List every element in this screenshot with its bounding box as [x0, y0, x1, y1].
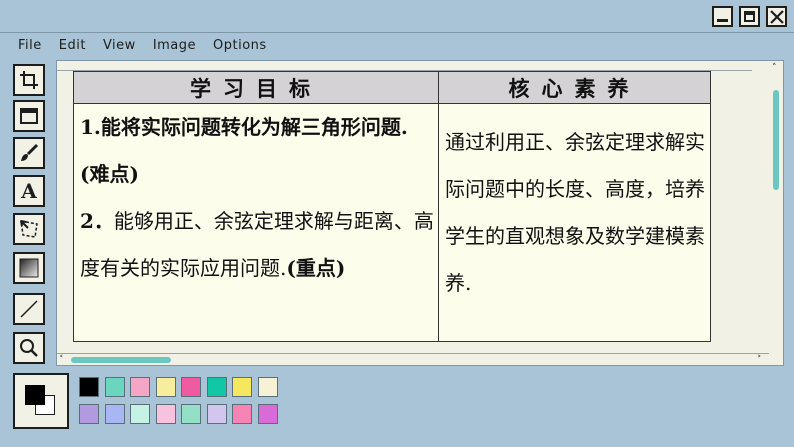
crop-icon [20, 71, 38, 89]
magnifier-icon [20, 339, 38, 357]
maximize-button[interactable] [739, 6, 760, 27]
line-tool[interactable] [13, 293, 45, 325]
color-swatch[interactable] [206, 377, 227, 397]
select-tool[interactable] [13, 64, 45, 96]
goal-2-number: 2． [80, 209, 114, 233]
menu-edit[interactable]: Edit [59, 38, 86, 53]
goal-2-tag: (重点) [286, 256, 346, 280]
vertical-scrollbar[interactable]: ˄ [769, 63, 783, 353]
slide-table: 学习目标 核心素养 1.能将实际问题转化为解三角形问题. (难点) 2．能够用正、… [73, 71, 711, 342]
color-swatch[interactable] [232, 377, 252, 397]
color-swatch[interactable] [155, 377, 176, 397]
rectangle-tool[interactable] [13, 100, 45, 132]
horizontal-scrollbar[interactable]: ˂ ˃ [57, 353, 769, 366]
core-literacy-cell: 通过利用正、余弦定理求解实际问题中的长度、高度，培养学生的直观想象及数学建模素养… [438, 103, 711, 342]
color-swatch[interactable] [181, 377, 201, 397]
line-icon [20, 300, 38, 318]
text-icon: A [21, 179, 37, 203]
color-swatch[interactable] [181, 404, 201, 424]
color-swatch[interactable] [206, 404, 227, 424]
goal-1-text: 1.能将实际问题转化为解三角形问题. [80, 115, 408, 139]
menu-view[interactable]: View [103, 38, 136, 53]
scroll-up-icon[interactable]: ˄ [772, 63, 777, 73]
foreground-color[interactable] [25, 385, 45, 405]
goal-2-text: 能够用正、余弦定理求解与距离、高度有关的实际应用问题. [80, 209, 434, 280]
color-palette [0, 366, 794, 447]
color-swatch[interactable] [232, 404, 252, 424]
brush-icon [21, 143, 39, 161]
scrollbar-divider [57, 353, 769, 354]
brush-tool[interactable] [13, 137, 45, 169]
color-swatch[interactable] [257, 377, 278, 397]
close-button[interactable] [766, 6, 787, 27]
color-swatch[interactable] [257, 404, 278, 424]
rectangle-icon [20, 108, 38, 124]
scroll-right-icon[interactable]: ˃ [757, 355, 762, 365]
menu-file[interactable]: File [18, 38, 42, 53]
core-literacy-text: 通过利用正、余弦定理求解实际问题中的长度、高度，培养学生的直观想象及数学建模素养… [445, 130, 705, 295]
color-swatch[interactable] [79, 404, 99, 424]
polygon-select-icon [20, 220, 38, 238]
title-bar [0, 0, 794, 33]
zoom-tool[interactable] [13, 332, 45, 364]
menu-bar: File Edit View Image Options [0, 33, 794, 58]
color-swatch[interactable] [104, 404, 125, 424]
gradient-icon [19, 258, 39, 278]
learning-goals-cell: 1.能将实际问题转化为解三角形问题. (难点) 2．能够用正、余弦定理求解与距离、… [73, 103, 439, 342]
color-swatch[interactable] [130, 377, 150, 397]
header-core-literacy: 核心素养 [438, 71, 711, 104]
color-swatch[interactable] [104, 377, 125, 397]
color-swatch[interactable] [130, 404, 150, 424]
polygon-select-tool[interactable] [13, 213, 45, 245]
header-learning-goals: 学习目标 [73, 71, 439, 104]
goal-1-tag: (难点) [80, 162, 139, 186]
gradient-tool[interactable] [13, 252, 45, 284]
horizontal-scroll-thumb[interactable] [71, 357, 171, 363]
vertical-scroll-thumb[interactable] [773, 90, 779, 190]
menu-options[interactable]: Options [213, 38, 267, 53]
active-colors[interactable] [13, 373, 69, 429]
scroll-left-icon[interactable]: ˂ [59, 355, 64, 365]
color-swatch[interactable] [155, 404, 176, 424]
text-tool[interactable]: A [13, 175, 45, 207]
tool-panel: A [0, 58, 56, 372]
color-swatch[interactable] [79, 377, 99, 397]
minimize-button[interactable] [712, 6, 733, 27]
canvas-area[interactable]: 学习目标 核心素养 1.能将实际问题转化为解三角形问题. (难点) 2．能够用正、… [56, 60, 784, 366]
menu-image[interactable]: Image [153, 38, 196, 53]
close-icon [770, 10, 784, 24]
